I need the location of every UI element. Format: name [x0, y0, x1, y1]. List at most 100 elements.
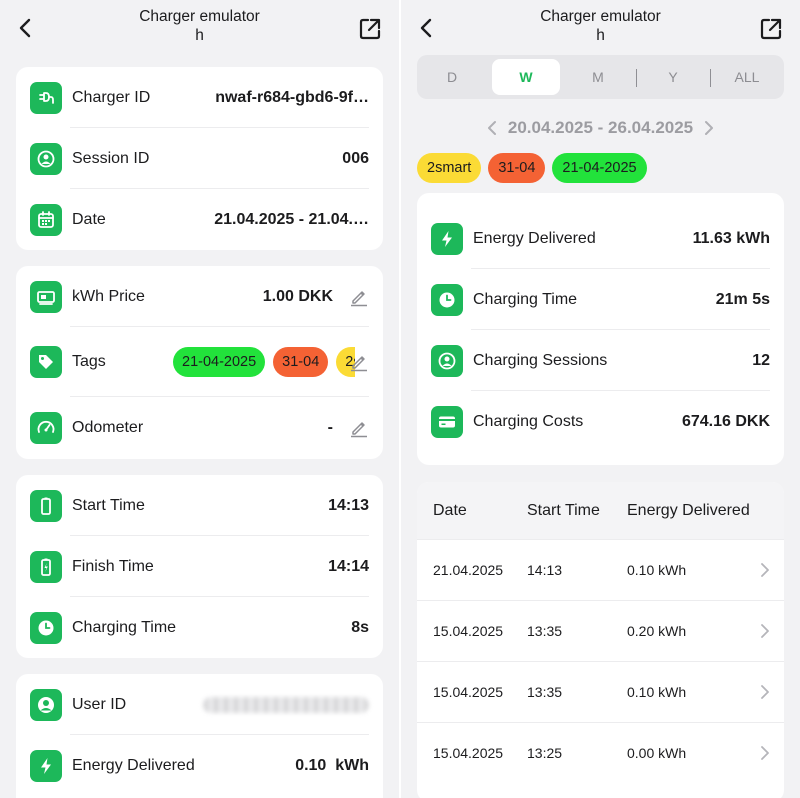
start-time-value: 14:13	[328, 496, 369, 514]
calendar-icon	[30, 203, 62, 236]
edit-odometer-pencil-icon[interactable]	[349, 418, 369, 438]
row-energy: 0.10 kWh	[627, 684, 687, 700]
segment-separator	[636, 69, 637, 87]
column-header-date: Date	[433, 502, 467, 519]
charging-sessions-label: Charging Sessions	[473, 351, 608, 369]
charging-costs-label: Charging Costs	[473, 412, 584, 430]
table-row[interactable]: 21.04.2025 14:13 0.10 kWh	[417, 539, 784, 600]
column-header-start-time: Start Time	[527, 502, 600, 519]
period-month-tab[interactable]: M	[563, 59, 633, 95]
finish-time-label: Finish Time	[72, 557, 154, 575]
period-selector: D W M Y ALL	[417, 55, 784, 99]
charging-sessions-row: Charging Sessions 12	[417, 330, 784, 391]
credit-card-icon	[431, 405, 463, 438]
odometer-label: Odometer	[72, 419, 144, 436]
row-energy: 0.10 kWh	[627, 562, 687, 578]
lightning-icon	[431, 222, 463, 255]
kwh-price-value: 1.00 DKK	[262, 287, 333, 305]
sessions-table: Date Start Time Energy Delivered 21.04.2…	[417, 482, 784, 798]
lightning-icon	[30, 749, 62, 782]
user-id-label: User ID	[72, 695, 127, 713]
price-icon	[30, 280, 62, 313]
period-year-tab[interactable]: Y	[638, 59, 708, 95]
tags-list: 21-04-2025 31-04 2smart	[173, 347, 355, 377]
period-all-tab[interactable]: ALL	[712, 59, 782, 95]
previous-chevron-icon[interactable]	[486, 120, 498, 136]
row-start-time: 14:13	[527, 562, 563, 578]
row-date: 21.04.2025	[433, 562, 504, 578]
column-header-energy: Energy Delivered	[627, 502, 750, 519]
tag-chip[interactable]: 31-04	[488, 153, 546, 183]
charging-time-row: Charging Time 8s	[16, 597, 383, 658]
date-range-navigator: 20.04.2025 - 26.04.2025	[417, 116, 784, 140]
table-row[interactable]: 15.04.2025 13:35 0.20 kWh	[417, 600, 784, 661]
row-energy: 0.20 kWh	[627, 623, 687, 639]
user-id-row: User ID	[16, 674, 383, 735]
charging-costs-row: Charging Costs 674.16 DKK	[417, 391, 784, 452]
user-icon	[30, 688, 62, 721]
row-chevron-icon	[761, 624, 769, 638]
edit-price-pencil-icon[interactable]	[349, 287, 369, 307]
session-id-row: Session ID 006	[16, 128, 383, 189]
charging-time-label: Charging Time	[72, 618, 177, 636]
charging-time-value: 8s	[351, 618, 369, 636]
clock-icon	[30, 611, 62, 644]
row-chevron-icon	[761, 746, 769, 760]
finish-time-value: 14:14	[328, 557, 369, 575]
charging-time-label: Charging Time	[473, 290, 578, 308]
page-title: Charger emulator	[540, 8, 661, 25]
charging-time-value: 21m 5s	[715, 290, 770, 308]
date-label: Date	[72, 210, 106, 228]
session-info-card: Charger ID nwaf-r684-gbd6-9f… Session ID…	[16, 67, 383, 250]
row-date: 15.04.2025	[433, 745, 504, 761]
battery-charging-icon	[30, 550, 62, 583]
next-chevron-icon[interactable]	[703, 120, 715, 136]
period-day-tab[interactable]: D	[417, 59, 487, 95]
external-link-icon[interactable]	[758, 16, 784, 42]
tag-icon	[30, 346, 62, 378]
odometer-row: Odometer -	[16, 397, 383, 459]
date-row: Date 21.04.2025 - 21.04.…	[16, 189, 383, 250]
charging-costs-value: 674.16 DKK	[681, 412, 770, 430]
energy-delivered-row: Energy Delivered 0.10 kWh	[16, 735, 383, 796]
session-id-value: 006	[342, 149, 369, 167]
energy-delivered-label: Energy Delivered	[72, 756, 195, 774]
energy-delivered-label: Energy Delivered	[473, 229, 596, 247]
session-id-label: Session ID	[72, 149, 150, 167]
energy-delivered-row: Energy Delivered 11.63 kWh	[417, 208, 784, 269]
row-start-time: 13:35	[527, 623, 563, 639]
table-row[interactable]: 15.04.2025 13:35 0.10 kWh	[417, 661, 784, 722]
period-week-tab[interactable]: W	[492, 59, 560, 95]
pricing-card: kWh Price 1.00 DKK Tags 21-04-2025 31-04…	[16, 266, 383, 459]
session-icon	[431, 344, 463, 377]
odometer-value: -	[327, 419, 333, 436]
energy-delivered-value: 11.63 kWh	[692, 229, 770, 247]
date-range-text: 20.04.2025 - 26.04.2025	[507, 118, 694, 137]
row-date: 15.04.2025	[433, 684, 504, 700]
session-icon	[30, 142, 62, 175]
charger-id-value: nwaf-r684-gbd6-9f…	[215, 88, 369, 106]
date-value: 21.04.2025 - 21.04.…	[214, 210, 369, 228]
tag-filter-chips: 2smart 31-04 21-04-2025	[417, 153, 647, 183]
times-card: Start Time 14:13 Finish Time 14:14 Charg…	[16, 475, 383, 658]
tags-row: Tags 21-04-2025 31-04 2smart	[16, 327, 383, 397]
segment-separator	[710, 69, 711, 87]
tag-chip[interactable]: 31-04	[273, 347, 329, 377]
row-date: 15.04.2025	[433, 623, 504, 639]
page-title: Charger emulator	[139, 8, 260, 25]
user-card: User ID Energy Delivered 0.10 kWh	[16, 674, 383, 798]
statistics-screen: Charger emulator h D W M Y ALL 20.04.202…	[401, 0, 800, 798]
tag-chip[interactable]: 2smart	[417, 153, 482, 183]
page-subtitle: h	[596, 27, 605, 44]
table-row[interactable]: 15.04.2025 13:25 0.00 kWh	[417, 722, 784, 783]
tag-chip[interactable]: 21-04-2025	[552, 153, 647, 183]
clock-icon	[431, 283, 463, 316]
charging-time-row: Charging Time 21m 5s	[417, 269, 784, 330]
tags-label: Tags	[72, 353, 106, 370]
row-chevron-icon	[761, 563, 769, 577]
external-link-icon[interactable]	[357, 16, 383, 42]
charger-id-row: Charger ID nwaf-r684-gbd6-9f…	[16, 67, 383, 128]
edit-tags-pencil-icon[interactable]	[349, 352, 369, 372]
row-energy: 0.00 kWh	[627, 745, 687, 761]
tag-chip[interactable]: 21-04-2025	[173, 347, 266, 377]
